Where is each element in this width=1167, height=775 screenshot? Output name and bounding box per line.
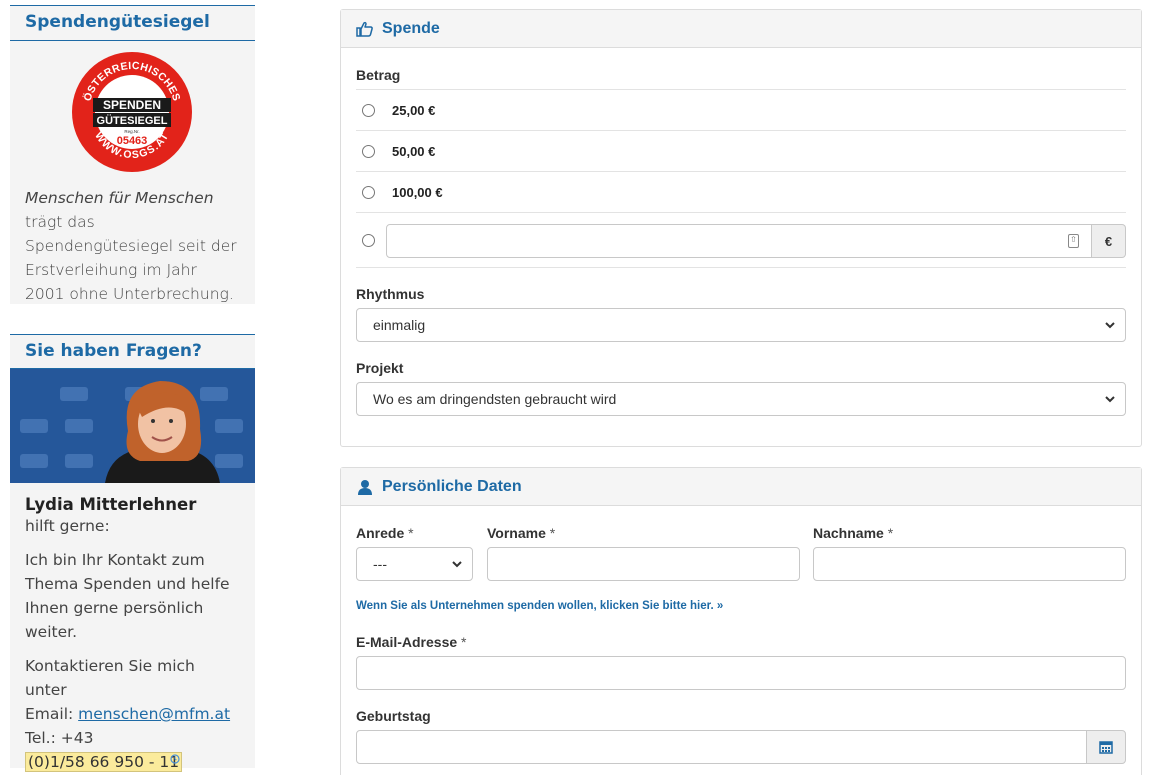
seal-box: Spendengütesiegel ÖSTERREICHISCHES WWW.O… xyxy=(10,5,255,304)
org-name: Menschen für Menschen xyxy=(25,189,214,207)
svg-text:GÜTESIEGEL: GÜTESIEGEL xyxy=(97,114,168,127)
tel-line: (0)1/58 66 950 - 11 xyxy=(25,750,240,774)
custom-amount-input[interactable]: ⇧ xyxy=(386,224,1092,258)
seal-wrap: ÖSTERREICHISCHES WWW.OSGS.AT SPENDEN GÜT… xyxy=(10,41,255,186)
required-mark: * xyxy=(549,525,556,541)
required-mark: * xyxy=(887,525,894,541)
chevron-down-icon xyxy=(1105,322,1115,329)
contact-paragraph: Ich bin Ihr Kontakt zum Thema Spenden un… xyxy=(25,551,230,641)
amount-radio-50[interactable] xyxy=(362,144,375,158)
amount-radio-custom[interactable] xyxy=(362,234,375,247)
amount-option-label: 25,00 € xyxy=(392,102,436,118)
lastname-label-text: Nachname xyxy=(813,525,884,541)
email-label-text: E-Mail-Adresse xyxy=(356,634,458,650)
lastname-input[interactable] xyxy=(813,547,1126,581)
phone-number-link[interactable]: (0)1/58 66 950 - 11 xyxy=(25,752,183,772)
thumbs-up-icon xyxy=(356,20,374,38)
currency-addon: € xyxy=(1092,224,1126,258)
personal-data-panel: Persönliche Daten Anrede * --- Vorname *… xyxy=(340,467,1142,775)
personal-panel-title: Persönliche Daten xyxy=(382,477,522,495)
spendenguetesiegel-logo: ÖSTERREICHISCHES WWW.OSGS.AT SPENDEN GÜT… xyxy=(72,52,192,172)
donation-panel: Spende Betrag 25,00 € 50,00 € 100,00 € ⇧… xyxy=(340,9,1142,447)
email-link[interactable]: menschen@mfm.at xyxy=(78,705,230,723)
user-icon xyxy=(356,478,374,496)
contact-subtitle: hilft gerne: xyxy=(25,517,110,535)
phone-number: (0)1/58 66 950 - 11 xyxy=(28,753,180,771)
required-mark: * xyxy=(461,634,467,650)
firstname-input[interactable] xyxy=(487,547,800,581)
firstname-label: Vorname * xyxy=(487,525,555,541)
custom-amount-row: ⇧ € xyxy=(356,212,1126,268)
contact-box-title: Sie haben Fragen? xyxy=(10,334,255,369)
amount-option-label: 100,00 € xyxy=(392,184,443,200)
email-line: Email: menschen@mfm.at xyxy=(25,702,240,726)
calendar-button[interactable] xyxy=(1086,730,1126,764)
contact-photo xyxy=(10,369,255,483)
seal-box-title: Spendengütesiegel xyxy=(10,5,255,41)
amount-option-50[interactable]: 50,00 € xyxy=(356,130,1126,171)
email-label: E-Mail-Adresse * xyxy=(356,634,467,650)
salutation-select[interactable]: --- xyxy=(356,547,473,581)
donation-panel-header: Spende xyxy=(341,10,1141,48)
svg-text:05463: 05463 xyxy=(117,135,148,147)
salutation-label-text: Anrede xyxy=(356,525,405,541)
chevron-down-icon xyxy=(452,561,462,568)
seal-description: Menschen für Menschen trägt das Spendeng… xyxy=(10,186,255,306)
svg-text:SPENDEN: SPENDEN xyxy=(103,98,161,112)
phone-call-icon xyxy=(170,754,180,764)
rhythm-select[interactable]: einmalig xyxy=(356,308,1126,342)
contact-info: Kontaktieren Sie mich unter Email: mensc… xyxy=(10,654,255,774)
calendar-icon xyxy=(1099,741,1113,754)
project-select[interactable]: Wo es am dringendsten gebraucht wird xyxy=(356,382,1126,416)
amount-option-label: 50,00 € xyxy=(392,143,436,159)
birthday-input[interactable] xyxy=(356,730,1087,764)
amount-radio-100[interactable] xyxy=(362,185,375,199)
seal-description-text: trägt das Spendengütesiegel seit der Ers… xyxy=(25,213,237,303)
rhythm-label: Rhythmus xyxy=(356,286,425,302)
amount-option-25[interactable]: 25,00 € xyxy=(356,89,1126,130)
required-mark: * xyxy=(408,525,414,541)
tel-label: Tel.: +43 xyxy=(25,729,94,747)
amount-radio-25[interactable] xyxy=(362,103,375,117)
amount-label: Betrag xyxy=(356,67,401,83)
email-label: Email: xyxy=(25,705,79,723)
birthday-label: Geburtstag xyxy=(356,708,431,724)
chevron-down-icon xyxy=(1105,396,1115,403)
salutation-select-value: --- xyxy=(373,556,387,572)
contact-name: Lydia Mitterlehner xyxy=(25,495,197,514)
company-donation-link[interactable]: Wenn Sie als Unternehmen spenden wollen,… xyxy=(356,600,723,612)
contact-intro: Kontaktieren Sie mich unter xyxy=(25,657,195,699)
input-helper-icon: ⇧ xyxy=(1068,234,1079,248)
project-label: Projekt xyxy=(356,360,404,376)
rhythm-select-value: einmalig xyxy=(373,317,426,333)
contact-box: Sie haben Fragen? Lydia Mitterlehner hil… xyxy=(10,334,255,772)
project-select-value: Wo es am dringendsten gebraucht wird xyxy=(373,391,617,407)
personal-panel-header: Persönliche Daten xyxy=(341,468,1141,506)
amount-option-100[interactable]: 100,00 € xyxy=(356,171,1126,212)
svg-text:Reg.Nr.: Reg.Nr. xyxy=(124,129,139,134)
salutation-label: Anrede * xyxy=(356,525,414,541)
lastname-label: Nachname * xyxy=(813,525,893,541)
firstname-label-text: Vorname xyxy=(487,525,546,541)
donation-panel-title: Spende xyxy=(382,19,440,37)
email-input[interactable] xyxy=(356,656,1126,690)
